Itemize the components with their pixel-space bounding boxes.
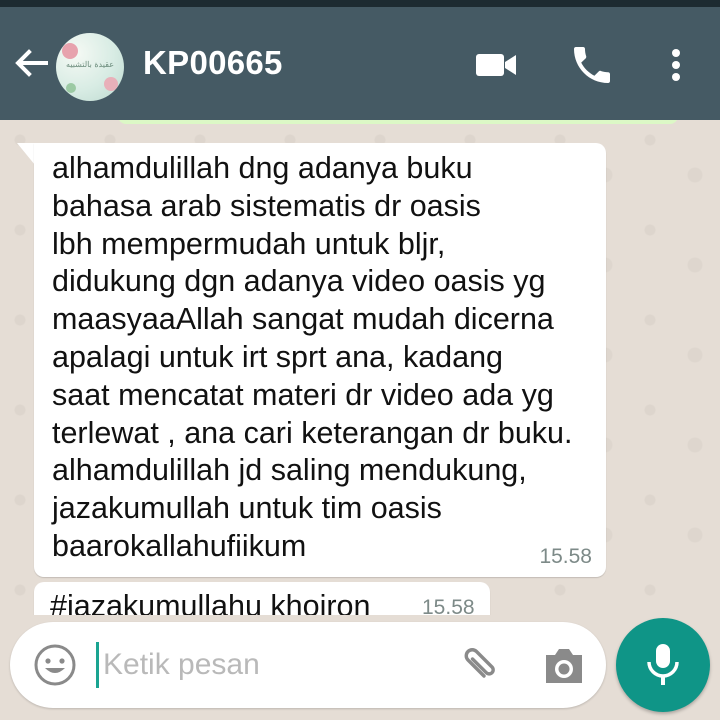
- avatar[interactable]: عقيدة بالتشبيه: [56, 33, 124, 101]
- menu-button[interactable]: [654, 41, 702, 89]
- attach-button[interactable]: [454, 642, 502, 690]
- message-time: 15.58: [422, 596, 475, 615]
- video-camera-icon: [476, 54, 516, 76]
- previous-message-bubble: [118, 120, 678, 124]
- more-vertical-icon: [672, 49, 680, 81]
- microphone-icon: [647, 644, 679, 685]
- voice-record-button[interactable]: [616, 618, 710, 712]
- status-bar: [0, 0, 720, 7]
- text-caret: [96, 642, 99, 688]
- emoji-button[interactable]: [32, 642, 78, 688]
- phone-icon: [574, 47, 610, 83]
- message-text: #jazakumullahu khoiron: [50, 589, 371, 615]
- camera-icon: [546, 649, 582, 683]
- emoji-icon: [34, 644, 76, 686]
- paperclip-icon: [464, 648, 495, 678]
- incoming-message[interactable]: alhamdulillah dng adanya buku bahasa ara…: [34, 143, 606, 577]
- avatar-flower: [104, 77, 118, 91]
- avatar-text: عقيدة بالتشبيه: [66, 60, 114, 69]
- avatar-flower: [62, 43, 78, 59]
- avatar-flower: [66, 83, 76, 93]
- chat-area[interactable]: alhamdulillah dng adanya buku bahasa ara…: [0, 120, 720, 615]
- message-time: 15.58: [539, 545, 592, 568]
- chat-header: عقيدة بالتشبيه KP00665: [0, 7, 720, 120]
- contact-name[interactable]: KP00665: [143, 44, 283, 82]
- arrow-left-icon: [15, 49, 48, 77]
- voice-call-button[interactable]: [568, 41, 616, 89]
- back-button[interactable]: [10, 41, 54, 85]
- bubble-tail: [17, 143, 35, 165]
- message-text: alhamdulillah dng adanya buku bahasa ara…: [52, 151, 573, 563]
- compose-box: [10, 622, 606, 708]
- incoming-message[interactable]: #jazakumullahu khoiron 15.58: [34, 582, 490, 615]
- camera-button[interactable]: [540, 643, 588, 689]
- message-input[interactable]: [103, 642, 433, 688]
- video-call-button[interactable]: [472, 41, 520, 89]
